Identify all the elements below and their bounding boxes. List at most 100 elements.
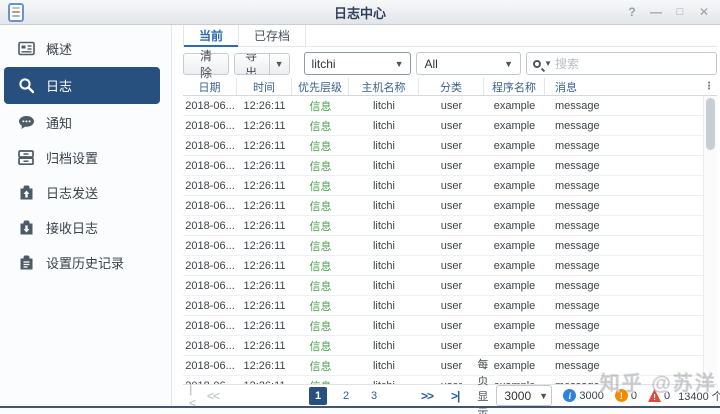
table-row[interactable]: 2018-06...12:26:11信息litchiuserexamplemes… (183, 96, 717, 116)
cell-host: litchi (372, 339, 395, 352)
warning-status-icon: ! (614, 389, 628, 402)
table-row[interactable]: 2018-06...12:26:11信息litchiuserexamplemes… (183, 136, 717, 156)
cell-time: 12:26:11 (243, 159, 286, 172)
sidebar-item-receive-log[interactable]: 接收日志 (0, 210, 171, 245)
category-filter-select[interactable]: All ▼ (416, 52, 522, 75)
cell-level: 信息 (309, 280, 332, 293)
sidebar-item-log-search[interactable]: 日志 (4, 67, 160, 104)
cell-program: example (493, 219, 536, 232)
column-header-program[interactable]: 程序名称 (484, 78, 545, 95)
search-options-chevron-icon[interactable]: ▼ (544, 59, 552, 68)
window-body: 概述日志 通知 归档设置 日志发送接收日志设置历史记录 当前 已存档 清除 导出 ▼ l… (0, 25, 720, 414)
table-row[interactable]: 2018-06...12:26:11信息litchiuserexamplemes… (183, 316, 717, 336)
cell-category: user (440, 239, 463, 252)
per-page-select[interactable]: 3000 ▼ (496, 385, 553, 406)
cell-program: example (493, 279, 536, 292)
column-header-category[interactable]: 分类 (419, 78, 484, 95)
table-row[interactable]: 2018-06...12:26:11信息litchiuserexamplemes… (183, 276, 717, 296)
info-status-icon: i (563, 389, 577, 402)
cell-program: example (493, 239, 536, 252)
cell-date: 2018-06... (185, 319, 235, 332)
cell-program: example (493, 179, 536, 192)
sidebar-item-archive-settings[interactable]: 归档设置 (0, 140, 171, 175)
cell-message: message (555, 319, 600, 332)
column-header-time[interactable]: 时间 (237, 78, 292, 95)
first-page-button[interactable]: |< (185, 382, 199, 410)
page-button-1[interactable]: 1 (309, 386, 328, 405)
cell-date: 2018-06... (185, 219, 235, 232)
close-icon[interactable]: ✕ (696, 4, 712, 20)
table-row[interactable]: 2018-06...12:26:11信息litchiuserexamplemes… (183, 336, 717, 356)
total-items-label: 13400 个项 (678, 390, 720, 403)
sidebar-item-label: 设置历史记录 (46, 256, 125, 271)
cell-host: litchi (372, 359, 395, 372)
cell-host: litchi (372, 259, 395, 272)
send-log-icon (17, 184, 35, 202)
export-split-button: 导出 ▼ (234, 52, 290, 75)
scrollbar-thumb[interactable] (706, 98, 715, 150)
error-count-group: ! 0 (648, 389, 670, 402)
cell-time: 12:26:11 (243, 259, 286, 272)
page-buttons: 123 (309, 386, 383, 405)
table-row[interactable]: 2018-06...12:26:11信息litchiuserexamplemes… (183, 296, 717, 316)
table-row[interactable]: 2018-06...12:26:11信息litchiuserexamplemes… (183, 376, 717, 385)
sidebar-item-notification[interactable]: 通知 (0, 105, 171, 140)
page-button-2[interactable]: 2 (337, 387, 355, 405)
cell-host: litchi (372, 139, 395, 152)
sidebar-item-history[interactable]: 设置历史记录 (0, 245, 171, 280)
table-row[interactable]: 2018-06...12:26:11信息litchiuserexamplemes… (183, 196, 717, 216)
column-header-host[interactable]: 主机名称 (349, 78, 419, 95)
column-header-message[interactable]: 消息 (545, 78, 701, 95)
sidebar: 概述日志 通知 归档设置 日志发送接收日志设置历史记录 (0, 25, 172, 406)
log-center-window: 日志中心 ? — □ ✕ 概述日志 通知 归档设置 日志发送接收日志设置历史记录 当前… (0, 0, 720, 414)
sidebar-item-label: 概述 (46, 42, 73, 57)
sidebar-item-label: 接收日志 (46, 221, 99, 236)
cell-category: user (440, 339, 463, 352)
cell-level: 信息 (309, 160, 332, 173)
chevron-down-icon: ▼ (504, 58, 514, 69)
table-row[interactable]: 2018-06...12:26:11信息litchiuserexamplemes… (183, 176, 717, 196)
cell-program: example (493, 339, 536, 352)
cell-time: 12:26:11 (237, 380, 292, 385)
table-row[interactable]: 2018-06...12:26:11信息litchiuserexamplemes… (183, 256, 717, 276)
host-filter-select[interactable]: litchi ▼ (303, 52, 412, 75)
pagination-bar: |< << 123 >> >| 每页显示数 3000 ▼ i 3000 ! (183, 359, 720, 414)
cell-host: litchi (372, 299, 395, 312)
cell-date: 2018-06... (183, 380, 237, 385)
table-row[interactable]: 2018-06...12:26:11信息litchiuserexamplemes… (183, 156, 717, 176)
tab-archived[interactable]: 已存档 (238, 25, 307, 46)
vertical-scrollbar (703, 96, 717, 384)
export-dropdown-arrow-icon[interactable]: ▼ (268, 53, 289, 74)
next-page-button[interactable]: >> (417, 389, 437, 403)
notification-icon (17, 114, 35, 132)
maximize-icon[interactable]: □ (672, 4, 688, 20)
cell-date: 2018-06... (185, 179, 235, 192)
export-button[interactable]: 导出 (235, 54, 269, 74)
last-page-button[interactable]: >| (447, 389, 463, 403)
column-header-date[interactable]: 日期 (183, 78, 237, 95)
cell-level: 信息 (309, 320, 332, 333)
cell-message: message (555, 239, 600, 252)
cell-program: example (493, 359, 536, 372)
clear-button[interactable]: 清除 (183, 49, 230, 80)
column-options-icon[interactable]: ⋮ (701, 81, 717, 92)
search-input[interactable] (555, 56, 711, 71)
table-row[interactable]: 2018-06...12:26:11信息litchiuserexamplemes… (183, 356, 717, 376)
search-icon[interactable] (533, 59, 542, 68)
tab-current[interactable]: 当前 (183, 25, 239, 47)
category-filter-value: All (424, 56, 438, 71)
cell-program: example (493, 139, 536, 152)
table-row[interactable]: 2018-06...12:26:11信息litchiuserexamplemes… (183, 116, 717, 136)
minimize-icon[interactable]: — (648, 4, 664, 20)
help-icon[interactable]: ? (624, 4, 640, 20)
title-bar: 日志中心 ? — □ ✕ (0, 0, 720, 25)
sidebar-item-send-log[interactable]: 日志发送 (0, 175, 171, 210)
prev-page-button[interactable]: << (203, 389, 223, 403)
cell-date: 2018-06... (185, 99, 235, 112)
page-button-3[interactable]: 3 (365, 387, 383, 405)
table-row[interactable]: 2018-06...12:26:11信息litchiuserexamplemes… (183, 216, 717, 236)
sidebar-item-overview[interactable]: 概述 (0, 31, 171, 66)
table-row[interactable]: 2018-06...12:26:11信息litchiuserexamplemes… (183, 236, 717, 256)
column-header-level[interactable]: 优先层级 (292, 78, 349, 95)
cell-category: user (440, 139, 463, 152)
